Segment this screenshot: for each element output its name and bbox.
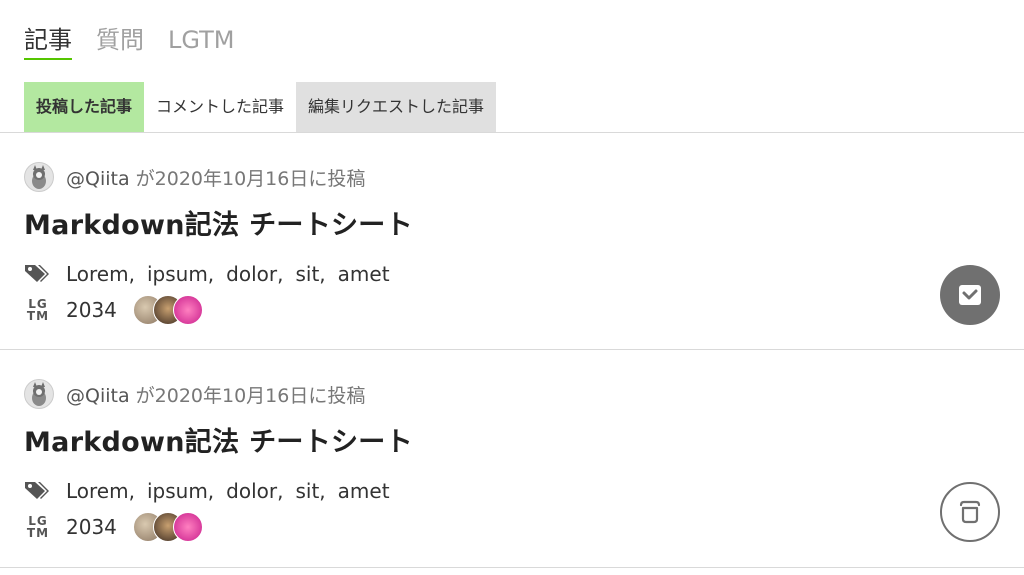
tag-item[interactable]: sit, <box>295 262 325 286</box>
stock-button[interactable] <box>940 265 1000 325</box>
posted-date: が2020年10月16日に投稿 <box>135 167 366 190</box>
article-item: @Qiita が2020年10月16日に投稿 Markdown記法 チートシート… <box>0 350 1024 566</box>
article-title[interactable]: Markdown記法 チートシート <box>24 203 413 242</box>
subtab-commented-articles[interactable]: コメントした記事 <box>144 82 297 132</box>
tag-item[interactable]: dolor, <box>226 479 283 503</box>
tag-item[interactable]: dolor, <box>226 262 283 286</box>
liker-avatar <box>172 512 203 542</box>
tag-row: Lorem, ipsum, dolor, sit, amet <box>24 259 390 289</box>
tag-item[interactable]: ipsum, <box>147 479 214 503</box>
author-link[interactable]: @Qiita <box>66 168 130 190</box>
tag-item[interactable]: ipsum, <box>147 262 214 286</box>
lgtm-icon-text: LGTM <box>26 297 50 323</box>
liker-avatars[interactable] <box>132 295 203 325</box>
post-info: @Qiita が2020年10月16日に投稿 <box>66 164 365 191</box>
lgtm-icon: LGTM <box>24 512 52 542</box>
cat-avatar-icon <box>32 165 46 189</box>
tag-item[interactable]: Lorem, <box>66 262 135 286</box>
stock-button[interactable] <box>940 482 1000 542</box>
tag-item[interactable]: amet <box>338 262 390 286</box>
lgtm-count: 2034 <box>66 515 117 539</box>
posted-date: が2020年10月16日に投稿 <box>135 384 366 407</box>
empty-tray-icon <box>959 500 981 524</box>
divider <box>0 567 1024 568</box>
post-info: @Qiita が2020年10月16日に投稿 <box>66 381 365 408</box>
tab-lgtm[interactable]: LGTM <box>168 22 234 60</box>
article-item: @Qiita が2020年10月16日に投稿 Markdown記法 チートシート… <box>0 133 1024 349</box>
tab-questions[interactable]: 質問 <box>96 22 144 60</box>
tag-row: Lorem, ipsum, dolor, sit, amet <box>24 476 390 506</box>
tags-icon <box>25 265 49 282</box>
tag-list: Lorem, ipsum, dolor, sit, amet <box>66 262 390 286</box>
tag-list: Lorem, ipsum, dolor, sit, amet <box>66 479 390 503</box>
cat-avatar-icon <box>32 382 46 406</box>
tag-item[interactable]: Lorem, <box>66 479 135 503</box>
lgtm-count: 2034 <box>66 298 117 322</box>
author-avatar[interactable] <box>24 379 54 409</box>
tag-item[interactable]: sit, <box>295 479 325 503</box>
lgtm-row: LGTM 2034 <box>24 510 203 544</box>
lgtm-icon-text: LGTM <box>26 514 50 540</box>
lgtm-row: LGTM 2034 <box>24 293 203 327</box>
sub-tabs: 投稿した記事 コメントした記事 編集リクエストした記事 <box>24 82 497 132</box>
liker-avatar <box>172 295 203 325</box>
tab-articles[interactable]: 記事 <box>24 22 72 60</box>
subtab-posted-articles[interactable]: 投稿した記事 <box>24 82 145 132</box>
check-tray-icon <box>959 285 981 305</box>
subtab-edit-requested-articles[interactable]: 編集リクエストした記事 <box>296 82 497 132</box>
article-title[interactable]: Markdown記法 チートシート <box>24 420 413 459</box>
lgtm-icon: LGTM <box>24 295 52 325</box>
article-meta: @Qiita が2020年10月16日に投稿 <box>24 162 365 192</box>
article-meta: @Qiita が2020年10月16日に投稿 <box>24 379 365 409</box>
author-avatar[interactable] <box>24 162 54 192</box>
author-link[interactable]: @Qiita <box>66 385 130 407</box>
liker-avatars[interactable] <box>132 512 203 542</box>
main-tabs: 記事 質問 LGTM <box>24 22 234 60</box>
tag-item[interactable]: amet <box>338 479 390 503</box>
tags-icon <box>25 482 49 499</box>
